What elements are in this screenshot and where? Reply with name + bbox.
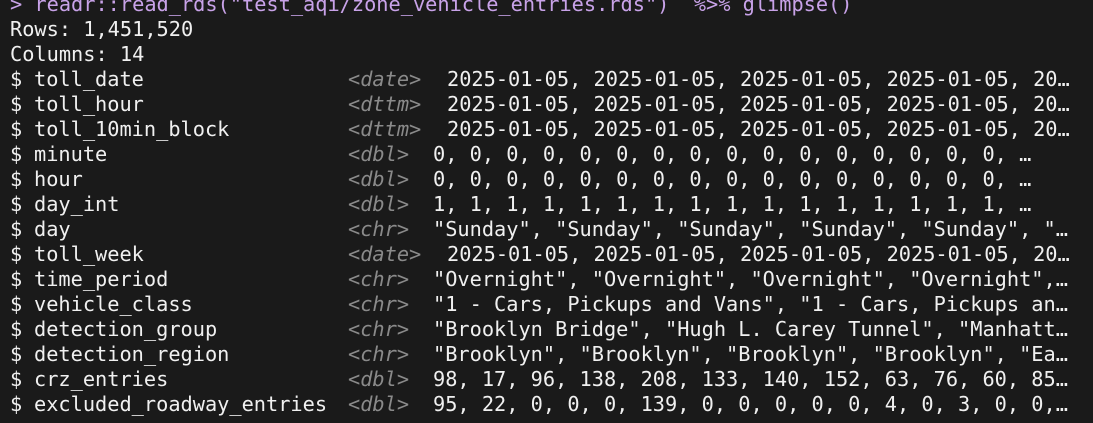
column-name: time_period: [34, 267, 169, 291]
column-values: 0, 0, 0, 0, 0, 0, 0, 0, 0, 0, 0, 0, 0, 0…: [433, 167, 1032, 191]
column-name: toll_10min_block: [34, 117, 230, 141]
column-values: "Brooklyn Bridge", "Hugh L. Carey Tunnel…: [433, 317, 1068, 341]
dollar-sign: $: [10, 292, 23, 316]
column-values: 0, 0, 0, 0, 0, 0, 0, 0, 0, 0, 0, 0, 0, 0…: [433, 142, 1032, 166]
dollar-sign: $: [10, 67, 23, 91]
column-values: "Overnight", "Overnight", "Overnight", "…: [433, 267, 1068, 291]
glimpse-row: $ excluded_roadway_entries <dbl> 95, 22, 0,…: [10, 392, 1085, 417]
column-type: <dbl>: [348, 142, 410, 166]
column-values: "1 - Cars, Pickups and Vans", "1 - Cars,…: [433, 292, 1068, 316]
columns-count: Columns: 14: [10, 42, 145, 66]
glimpse-row: $ day_int <dbl> 1, 1, 1, 1, 1, 1, 1, 1, 1, …: [10, 192, 1085, 217]
column-values: 95, 22, 0, 0, 0, 139, 0, 0, 0, 0, 0, 4, …: [433, 392, 1068, 416]
column-type: <date>: [348, 67, 422, 91]
column-type: <dttm>: [348, 117, 422, 141]
column-name: day_int: [34, 192, 120, 216]
column-name: toll_hour: [34, 92, 144, 116]
column-name: toll_week: [34, 242, 144, 266]
glimpse-row: $ detection_region <chr> "Brooklyn", "Brook…: [10, 342, 1085, 367]
column-type: <dttm>: [348, 92, 422, 116]
column-name: vehicle_class: [34, 292, 193, 316]
dollar-sign: $: [10, 117, 23, 141]
column-name: toll_date: [34, 67, 144, 91]
glimpse-row: $ detection_group <chr> "Brooklyn Bridge", …: [10, 317, 1085, 342]
column-type: <dbl>: [348, 392, 410, 416]
glimpse-row: $ hour <dbl> 0, 0, 0, 0, 0, 0, 0, 0, 0, 0, …: [10, 167, 1085, 192]
glimpse-row: $ toll_date <date> 2025-01-05, 2025-01-05, …: [10, 67, 1085, 92]
column-type: <chr>: [348, 317, 410, 341]
column-type: <chr>: [348, 267, 410, 291]
glimpse-row: $ time_period <chr> "Overnight", "Overnight…: [10, 267, 1085, 292]
dollar-sign: $: [10, 242, 23, 266]
glimpse-row: $ crz_entries <dbl> 98, 17, 96, 138, 208, 1…: [10, 367, 1085, 392]
dollar-sign: $: [10, 342, 23, 366]
column-name: detection_group: [34, 317, 218, 341]
column-values: 1, 1, 1, 1, 1, 1, 1, 1, 1, 1, 1, 1, 1, 1…: [433, 192, 1032, 216]
column-values: 2025-01-05, 2025-01-05, 2025-01-05, 2025…: [447, 117, 1070, 141]
dollar-sign: $: [10, 167, 23, 191]
glimpse-row: $ toll_hour <dttm> 2025-01-05, 2025-01-05, …: [10, 92, 1085, 117]
column-name: hour: [34, 167, 83, 191]
glimpse-row: $ day <chr> "Sunday", "Sunday", "Sunday", "…: [10, 217, 1085, 242]
glimpse-row: $ toll_week <date> 2025-01-05, 2025-01-05, …: [10, 242, 1085, 267]
dollar-sign: $: [10, 367, 23, 391]
column-name: minute: [34, 142, 108, 166]
glimpse-output: $ toll_date <date> 2025-01-05, 2025-01-05, …: [10, 67, 1085, 417]
column-name: detection_region: [34, 342, 230, 366]
r-console[interactable]: > readr::read_rds("test_aqi/zone_vehicle…: [10, 0, 1085, 417]
column-name: excluded_roadway_entries: [34, 392, 328, 416]
column-type: <chr>: [348, 217, 410, 241]
column-type: <dbl>: [348, 367, 410, 391]
column-name: day: [34, 217, 71, 241]
dollar-sign: $: [10, 317, 23, 341]
rows-count: Rows: 1,451,520: [10, 17, 194, 41]
glimpse-row: $ minute <dbl> 0, 0, 0, 0, 0, 0, 0, 0, 0, 0…: [10, 142, 1085, 167]
command-line: > readr::read_rds("test_aqi/zone_vehicle…: [10, 0, 853, 16]
dollar-sign: $: [10, 192, 23, 216]
dollar-sign: $: [10, 392, 23, 416]
column-values: 98, 17, 96, 138, 208, 133, 140, 152, 63,…: [433, 367, 1068, 391]
column-type: <dbl>: [348, 167, 410, 191]
dollar-sign: $: [10, 142, 23, 166]
dollar-sign: $: [10, 267, 23, 291]
column-type: <date>: [348, 242, 422, 266]
column-values: 2025-01-05, 2025-01-05, 2025-01-05, 2025…: [447, 92, 1070, 116]
column-values: 2025-01-05, 2025-01-05, 2025-01-05, 2025…: [447, 242, 1070, 266]
column-values: "Brooklyn", "Brooklyn", "Brooklyn", "Bro…: [433, 342, 1068, 366]
dollar-sign: $: [10, 92, 23, 116]
column-values: 2025-01-05, 2025-01-05, 2025-01-05, 2025…: [447, 67, 1070, 91]
column-name: crz_entries: [34, 367, 169, 391]
glimpse-row: $ vehicle_class <chr> "1 - Cars, Pickups an…: [10, 292, 1085, 317]
column-values: "Sunday", "Sunday", "Sunday", "Sunday", …: [433, 217, 1068, 241]
dollar-sign: $: [10, 217, 23, 241]
glimpse-row: $ toll_10min_block <dttm> 2025-01-05, 2025-…: [10, 117, 1085, 142]
column-type: <dbl>: [348, 192, 410, 216]
column-type: <chr>: [348, 292, 410, 316]
column-type: <chr>: [348, 342, 410, 366]
